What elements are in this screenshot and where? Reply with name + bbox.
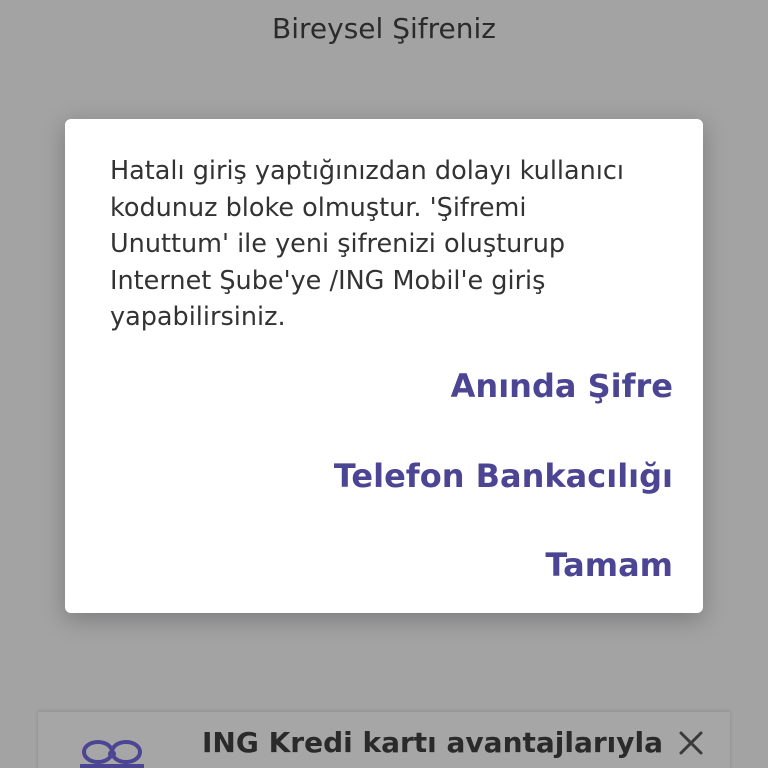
dialog-message: Hatalı giriş yaptığınızdan dolayı kullan… — [110, 153, 670, 336]
ok-button[interactable]: Tamam — [545, 546, 673, 584]
alert-dialog: Hatalı giriş yaptığınızdan dolayı kullan… — [65, 119, 703, 613]
dialog-message-line: yapabilirsiniz. — [110, 302, 286, 332]
gift-icon — [80, 740, 144, 768]
dialog-message-line: Unuttum' ile yeni şifrenizi oluşturup — [110, 229, 566, 259]
phone-banking-button[interactable]: Telefon Bankacılığı — [334, 457, 673, 495]
dialog-message-line: Hatalı giriş yaptığınızdan dolayı kullan… — [110, 156, 624, 186]
dialog-message-line: kodunuz bloke olmuştur. 'Şifremi — [110, 192, 527, 223]
banner-text: ING Kredi kartı avantajlarıyla — [202, 726, 664, 759]
promo-banner[interactable]: ING Kredi kartı avantajlarıyla — [38, 712, 730, 768]
close-icon[interactable] — [678, 730, 704, 756]
page-title: Bireysel Şifreniz — [272, 12, 496, 45]
dialog-message-line: Internet Şube'ye /ING Mobil'e giriş — [110, 265, 546, 296]
instant-password-button[interactable]: Anında Şifre — [451, 367, 673, 405]
